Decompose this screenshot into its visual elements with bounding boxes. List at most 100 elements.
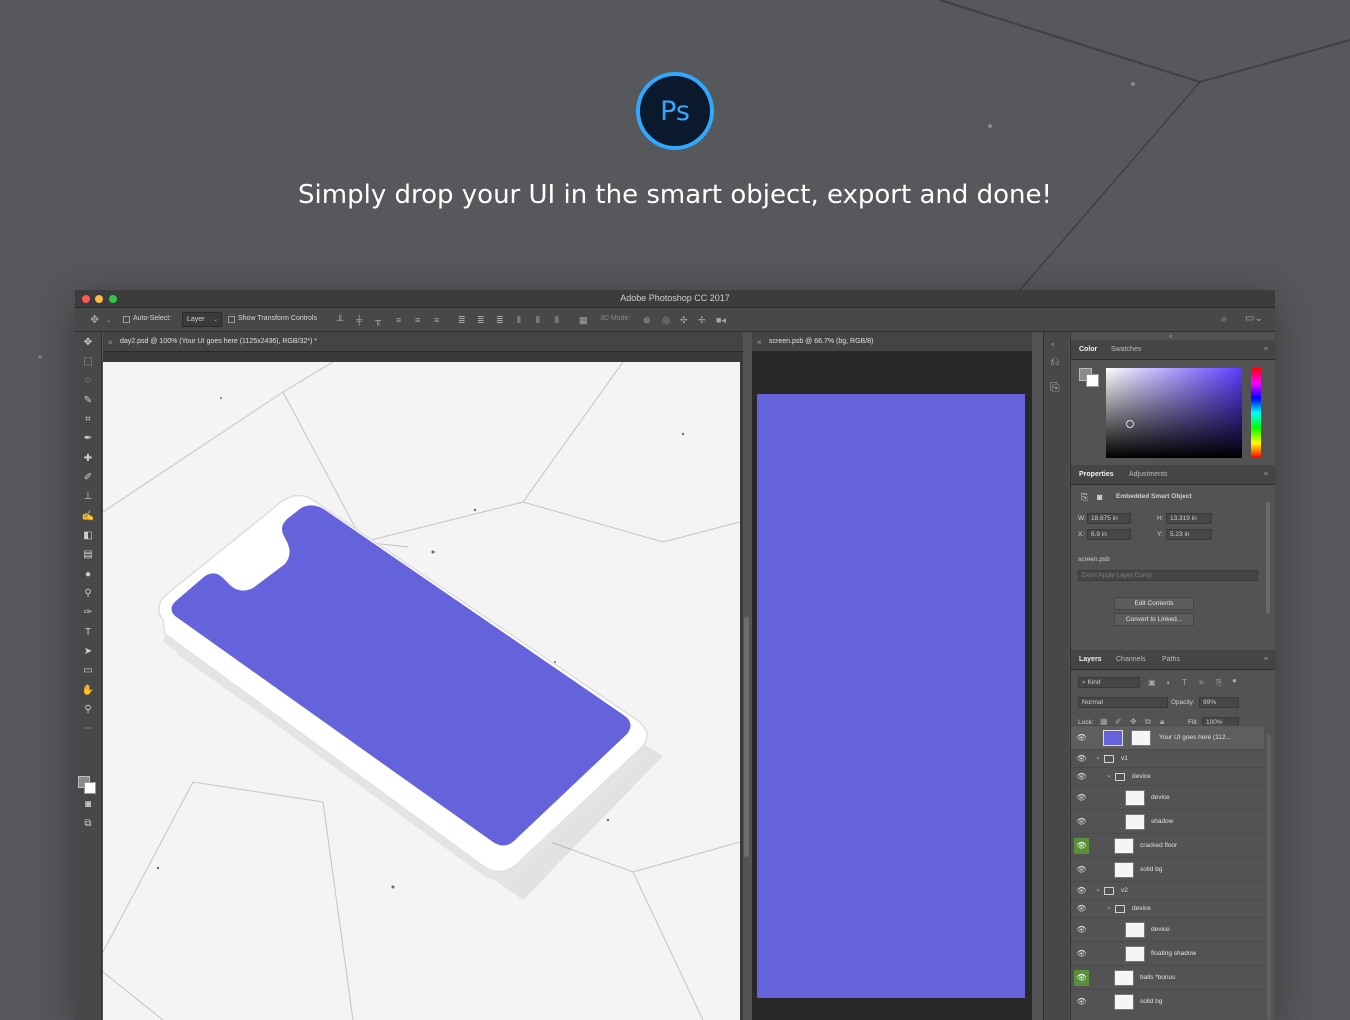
layer-row[interactable]: 👁︎ floating shadow bbox=[1071, 941, 1264, 965]
blend-mode-dropdown[interactable]: Normal bbox=[1078, 697, 1168, 708]
filter-shape-icon[interactable]: ⌗ bbox=[1199, 678, 1204, 688]
tab-layers[interactable]: Layers bbox=[1079, 656, 1102, 663]
layer-mask-thumbnail[interactable] bbox=[1131, 730, 1151, 746]
auto-select-dropdown[interactable]: Layer ⌄ bbox=[182, 312, 222, 327]
layer-row[interactable]: 👁︎ device bbox=[1071, 785, 1264, 809]
visibility-eye-icon[interactable]: 👁︎ bbox=[1074, 883, 1089, 899]
tab-properties[interactable]: Properties bbox=[1079, 471, 1114, 478]
align-right-icon[interactable]: ≡ bbox=[434, 315, 439, 325]
align-hcenter-icon[interactable]: ≡ bbox=[415, 315, 420, 325]
tool-preset-chevron-icon[interactable]: ⌄ bbox=[106, 316, 111, 326]
healing-brush-tool-icon[interactable]: ✚ bbox=[80, 452, 96, 466]
visibility-eye-icon[interactable]: 👁︎ bbox=[1074, 838, 1089, 854]
distribute-right-icon[interactable]: ⫴ bbox=[555, 315, 559, 325]
layer-group-row[interactable]: 👁︎ ⌄ v2 bbox=[1071, 881, 1264, 899]
smart-object-thumbnail[interactable] bbox=[1103, 730, 1123, 746]
distribute-bottom-icon[interactable]: ≣ bbox=[496, 315, 504, 325]
auto-select-checkbox[interactable] bbox=[123, 316, 130, 323]
visibility-eye-icon[interactable]: 👁︎ bbox=[1074, 751, 1089, 767]
lasso-tool-icon[interactable]: ◌ bbox=[80, 374, 96, 388]
filter-adjustment-icon[interactable]: ◑ bbox=[1165, 678, 1170, 688]
background-color-swatch[interactable] bbox=[84, 782, 96, 794]
tab-day2[interactable]: × day2.psd @ 100% (Your UI goes here (11… bbox=[103, 332, 743, 352]
collapse-chevron-icon[interactable]: « bbox=[1051, 340, 1054, 350]
quick-mask-icon[interactable]: ◙ bbox=[80, 798, 96, 812]
panel-menu-icon[interactable]: ≡ bbox=[1264, 656, 1268, 663]
blur-tool-icon[interactable]: ● bbox=[80, 568, 96, 582]
eraser-tool-icon[interactable]: ◧ bbox=[80, 529, 96, 543]
align-bottom-icon[interactable]: ╥ bbox=[375, 315, 381, 325]
tab-paths[interactable]: Paths bbox=[1162, 656, 1180, 663]
document-scrollbar[interactable] bbox=[744, 617, 749, 857]
layer-group-row[interactable]: 👁︎ ⌄ device bbox=[1071, 899, 1264, 917]
visibility-eye-icon[interactable]: 👁︎ bbox=[1074, 946, 1089, 962]
color-picker-marker[interactable] bbox=[1126, 420, 1134, 428]
history-brush-tool-icon[interactable]: ✍ bbox=[80, 510, 96, 524]
layer-row[interactable]: 👁︎ device bbox=[1071, 917, 1264, 941]
expand-chevron-icon[interactable]: ⌄ bbox=[1106, 771, 1112, 779]
hue-slider[interactable] bbox=[1251, 368, 1261, 458]
visibility-eye-icon[interactable]: 👁︎ bbox=[1074, 814, 1089, 830]
filter-smart-object-icon[interactable]: ⎘ bbox=[1216, 678, 1222, 688]
layer-thumbnail[interactable] bbox=[1125, 946, 1145, 962]
panel-menu-icon[interactable]: ≡ bbox=[1264, 471, 1268, 478]
canvas-screen[interactable] bbox=[757, 394, 1025, 998]
layer-thumbnail[interactable] bbox=[1114, 994, 1134, 1010]
rectangle-tool-icon[interactable]: ▭ bbox=[80, 664, 96, 678]
convert-to-linked-button[interactable]: Convert to Linked... bbox=[1114, 613, 1194, 626]
screen-mode-icon[interactable]: ⧉ bbox=[80, 817, 96, 831]
crop-tool-icon[interactable]: ⌗ bbox=[80, 413, 96, 427]
brush-tool-icon[interactable]: ✐ bbox=[80, 471, 96, 485]
visibility-eye-icon[interactable]: 👁︎ bbox=[1074, 922, 1089, 938]
3d-slide-icon[interactable]: ✢ bbox=[698, 315, 706, 325]
layer-thumbnail[interactable] bbox=[1125, 922, 1145, 938]
auto-align-icon[interactable]: ▦ bbox=[579, 315, 588, 325]
dodge-tool-icon[interactable]: ⚲ bbox=[80, 587, 96, 601]
y-field[interactable]: 5.23 in bbox=[1166, 529, 1212, 540]
layer-thumbnail[interactable] bbox=[1114, 862, 1134, 878]
zoom-tool-icon[interactable]: ⚲ bbox=[80, 703, 96, 717]
layer-group-row[interactable]: 👁︎ ⌄ device bbox=[1071, 767, 1264, 785]
workspace-icon[interactable]: ▭⌄ bbox=[1245, 314, 1263, 324]
layer-thumbnail[interactable] bbox=[1125, 814, 1145, 830]
align-top-icon[interactable]: ╨ bbox=[337, 315, 343, 325]
layer-row[interactable]: 👁︎ solid bg bbox=[1071, 857, 1264, 881]
distribute-vcenter-icon[interactable]: ≣ bbox=[477, 315, 485, 325]
pen-tool-icon[interactable]: ✑ bbox=[80, 606, 96, 620]
3d-pan-icon[interactable]: ✣ bbox=[680, 315, 688, 325]
layer-row[interactable]: 👁︎ balls *bonus bbox=[1071, 965, 1264, 989]
tab-swatches[interactable]: Swatches bbox=[1111, 346, 1141, 353]
layer-row[interactable]: 👁︎ shadow bbox=[1071, 809, 1264, 833]
visibility-eye-icon[interactable]: 👁︎ bbox=[1074, 790, 1089, 806]
expand-chevron-icon[interactable]: ⌄ bbox=[1106, 903, 1112, 911]
filter-pixel-icon[interactable]: ▣ bbox=[1148, 678, 1156, 688]
edit-contents-button[interactable]: Edit Contents bbox=[1114, 597, 1194, 610]
clone-stamp-tool-icon[interactable]: ⊥ bbox=[80, 490, 96, 504]
filter-toggle-icon[interactable]: ● bbox=[1232, 676, 1237, 686]
3d-camera-icon[interactable]: ■◂ bbox=[716, 315, 726, 325]
visibility-eye-icon[interactable]: 👁︎ bbox=[1074, 862, 1089, 878]
tab-channels[interactable]: Channels bbox=[1116, 656, 1146, 663]
filter-type-icon[interactable]: T bbox=[1182, 678, 1187, 688]
align-vcenter-icon[interactable]: ╪ bbox=[356, 315, 362, 325]
marquee-tool-icon[interactable]: ⬚ bbox=[80, 355, 96, 369]
3d-roll-icon[interactable]: ◎ bbox=[662, 315, 670, 325]
align-left-icon[interactable]: ≡ bbox=[396, 315, 401, 325]
layer-row[interactable]: 👁︎ solid bg bbox=[1071, 989, 1264, 1013]
move-tool-icon[interactable]: ✥ bbox=[90, 315, 99, 326]
expand-chevron-icon[interactable]: ⌄ bbox=[1095, 753, 1101, 761]
layer-thumbnail[interactable] bbox=[1114, 970, 1134, 986]
tab-color[interactable]: Color bbox=[1079, 346, 1097, 353]
canvas-day2[interactable] bbox=[103, 362, 740, 1020]
layers-scrollbar[interactable] bbox=[1267, 734, 1271, 1020]
visibility-eye-icon[interactable]: 👁︎ bbox=[1074, 730, 1089, 746]
3d-orbit-icon[interactable]: ⊛ bbox=[643, 315, 651, 325]
quick-select-tool-icon[interactable]: ✎ bbox=[80, 394, 96, 408]
hand-tool-icon[interactable]: ✋ bbox=[80, 684, 96, 698]
distribute-left-icon[interactable]: ⫴ bbox=[517, 315, 521, 325]
distribute-hcenter-icon[interactable]: ⫴ bbox=[536, 315, 540, 325]
height-field[interactable]: 13.319 in bbox=[1166, 513, 1212, 524]
eyedropper-tool-icon[interactable]: ✒ bbox=[80, 432, 96, 446]
layer-row[interactable]: 👁︎ Your UI goes here (112... bbox=[1071, 725, 1264, 749]
layer-group-row[interactable]: 👁︎ ⌄ v1 bbox=[1071, 749, 1264, 767]
